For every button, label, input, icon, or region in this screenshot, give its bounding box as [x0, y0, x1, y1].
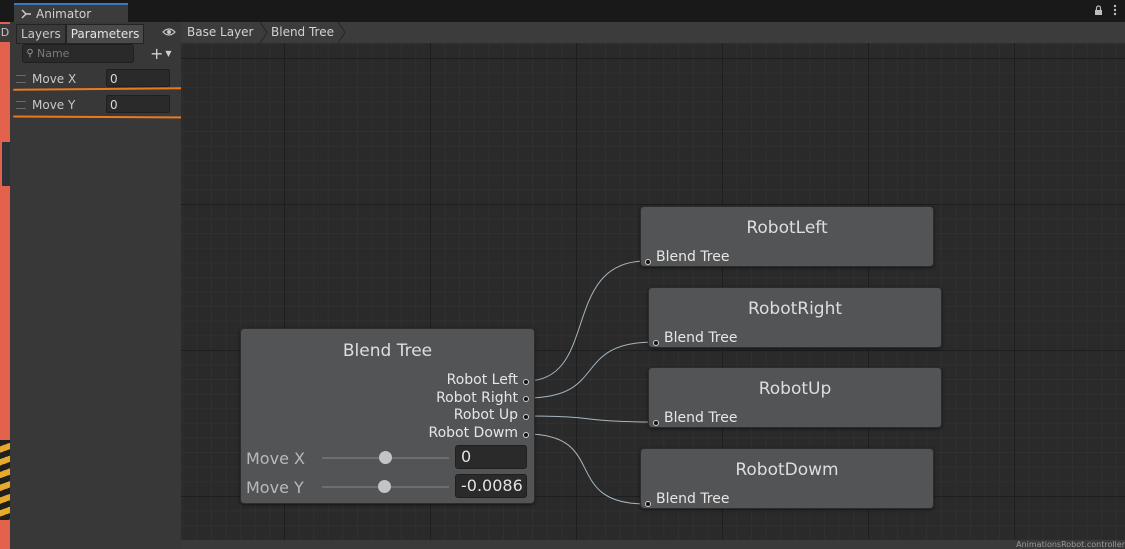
motion-node-robot-dowm[interactable]: RobotDowm Blend Tree — [640, 448, 934, 509]
slider-value-move-y[interactable]: -0.0086 — [455, 474, 527, 498]
connection-wires — [525, 260, 656, 505]
slider-knob-move-x[interactable] — [379, 451, 392, 464]
status-path: AnimationsRobot.controller — [181, 540, 1125, 549]
input-port[interactable] — [653, 420, 659, 426]
slider-value-move-x[interactable]: 0 — [455, 445, 527, 469]
motion-node-robot-right[interactable]: RobotRight Blend Tree — [648, 287, 942, 348]
output-port[interactable] — [523, 379, 529, 385]
node-title: RobotRight — [747, 299, 843, 319]
output-label: Robot Up — [453, 407, 518, 423]
output-label: Robot Right — [436, 390, 518, 406]
wire-robot-left — [525, 260, 647, 382]
input-port[interactable] — [645, 259, 651, 265]
input-label: Blend Tree — [664, 330, 738, 346]
input-label: Blend Tree — [656, 249, 730, 265]
output-port[interactable] — [523, 432, 529, 438]
input-port[interactable] — [645, 501, 651, 507]
motion-node-robot-left[interactable]: RobotLeft Blend Tree — [640, 206, 934, 267]
node-title: RobotDowm — [735, 460, 839, 480]
input-label: Blend Tree — [664, 410, 738, 426]
node-title: RobotUp — [758, 379, 832, 399]
output-port[interactable] — [523, 414, 529, 420]
input-port[interactable] — [653, 340, 659, 346]
output-port[interactable] — [523, 396, 529, 402]
node-title: RobotLeft — [746, 218, 828, 238]
blend-tree-node[interactable]: Blend Tree Robot Left Robot Right Robot … — [240, 328, 535, 504]
motion-node-robot-up[interactable]: RobotUp Blend Tree — [648, 367, 942, 428]
output-label: Robot Dowm — [428, 425, 519, 441]
input-label: Blend Tree — [656, 491, 730, 507]
slider-knob-move-y[interactable] — [377, 480, 391, 493]
output-label: Robot Left — [446, 372, 518, 388]
slider-label-move-y: Move Y — [246, 478, 304, 497]
wire-robot-dowm — [525, 433, 647, 505]
wire-robot-right — [525, 341, 656, 399]
wire-robot-up — [525, 415, 656, 423]
slider-label-move-x: Move X — [246, 449, 305, 468]
node-title: Blend Tree — [342, 341, 433, 361]
